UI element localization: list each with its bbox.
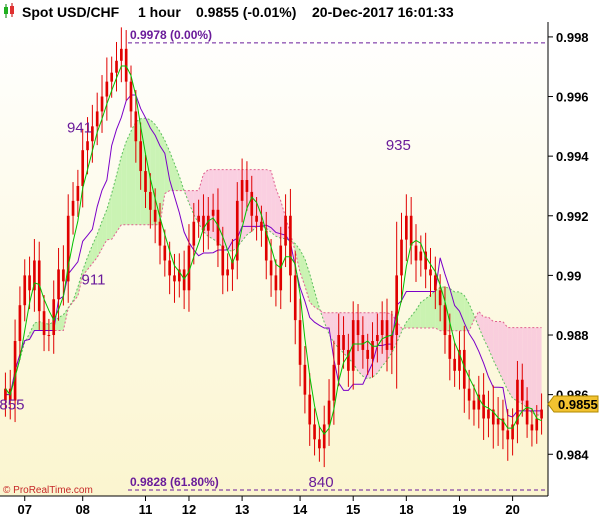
x-tick-label: 20 [505, 502, 519, 517]
cloud-segment [261, 169, 267, 229]
swing-annotation: 935 [386, 137, 411, 154]
cloud-segment [454, 291, 460, 331]
chart-container: Spot USD/CHF 1 hour 0.9855 (-0.01%) 20-D… [0, 0, 600, 519]
swing-annotation: 855 [0, 397, 24, 414]
price-chart: Spot USD/CHF 1 hour 0.9855 (-0.01%) 20-D… [0, 0, 600, 519]
fib-level-label: 0.9978 (0.00%) [130, 28, 212, 42]
last-change-label: 0.9855 (-0.01%) [196, 4, 296, 20]
datetime-label: 20-Dec-2017 16:01:33 [312, 4, 454, 20]
x-tick-label: 07 [18, 502, 32, 517]
swing-annotation: 911 [82, 271, 106, 288]
y-tick-label: 0.99 [556, 268, 581, 283]
cloud-segment [502, 321, 508, 391]
y-tick-label: 0.984 [556, 447, 589, 462]
y-tick-label: 0.994 [556, 149, 589, 164]
cloud-segment [536, 327, 542, 416]
x-tick-label: 12 [182, 502, 196, 517]
last-price-marker: 0.9855 [547, 395, 599, 413]
credit-text: © ProRealTime.com [3, 485, 93, 496]
x-tick-label: 11 [139, 502, 153, 517]
cloud-segment [531, 327, 537, 415]
y-tick-label: 0.996 [556, 90, 589, 105]
cloud-segment [425, 294, 431, 329]
last-price-label: 0.9855 [558, 397, 598, 412]
y-axis-panel [548, 0, 600, 519]
cloud-segment [527, 327, 532, 413]
x-tick-label: 13 [235, 502, 249, 517]
y-tick-label: 0.998 [556, 30, 589, 45]
cloud-segment [121, 141, 127, 225]
timeframe-label: 1 hour [138, 4, 181, 20]
cloud-segment [430, 290, 436, 329]
chart-header: Spot USD/CHF 1 hour 0.9855 (-0.01%) 20-D… [4, 3, 454, 20]
y-tick-label: 0.988 [556, 328, 589, 343]
cloud-segment [126, 131, 132, 225]
x-tick-label: 19 [452, 502, 466, 517]
instrument-title: Spot USD/CHF [22, 4, 120, 20]
x-tick-label: 08 [75, 502, 89, 517]
cloud-segment [227, 169, 233, 252]
cloud-segment [266, 169, 272, 233]
x-tick-label: 14 [293, 502, 308, 517]
x-tick-label: 18 [399, 502, 413, 517]
swing-annotation: 941 [67, 119, 92, 136]
cloud-segment [507, 327, 513, 399]
fib-level-label: 0.9828 (61.80%) [130, 475, 219, 489]
swing-annotation: 840 [309, 474, 334, 491]
x-tick-label: 15 [346, 502, 360, 517]
cloud-segment [459, 291, 465, 331]
y-tick-label: 0.992 [556, 209, 589, 224]
cloud-segment [420, 298, 426, 329]
